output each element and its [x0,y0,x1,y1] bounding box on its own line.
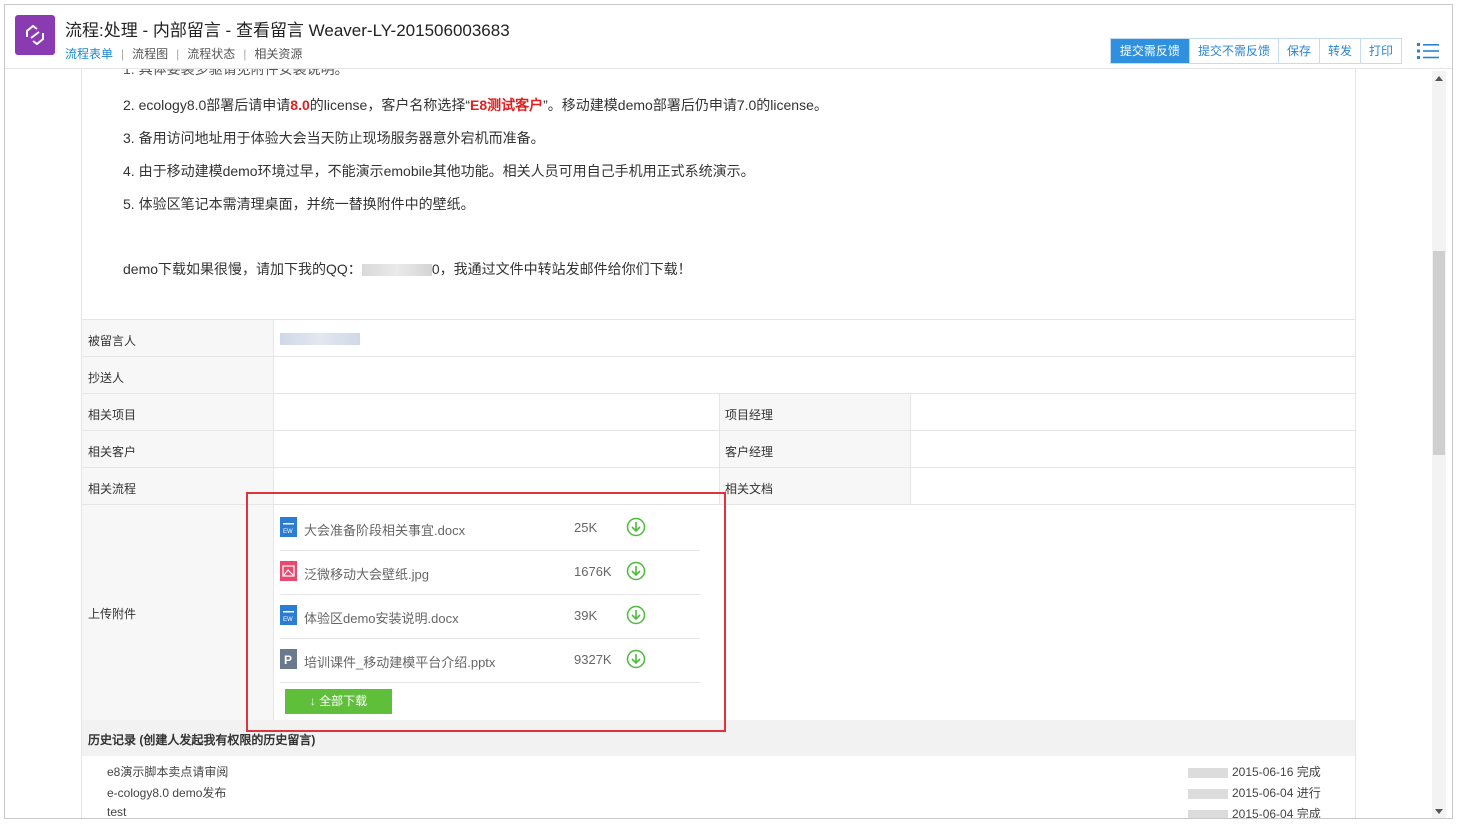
divider: | [121,47,125,61]
attachment-size: 39K [574,608,598,623]
divider: | [176,47,180,61]
svg-text:EW: EW [283,617,293,623]
recipient-label: 被留言人 [88,334,137,348]
related-workflow-label: 相关流程 [88,482,137,496]
history-status: 完成 [1296,807,1321,819]
attachments-label: 上传附件 [88,607,137,621]
note-text: ”。移动建模demo部署后仍申请7.0的license。 [543,97,828,113]
forward-button[interactable]: 转发 [1318,39,1360,63]
page-title: 流程:处理 - 内部留言 - 查看留言 Weaver-LY-2015060036… [65,21,510,40]
attachment-row: EW 体验区demo安装说明.docx 39K [280,594,700,639]
download-icon[interactable] [626,517,646,537]
submit-no-feedback-button[interactable]: 提交不需反馈 [1188,39,1278,63]
divider: | [243,47,247,61]
customer-manager-label: 客户经理 [725,445,774,459]
submit-feedback-button[interactable]: 提交需反馈 [1110,39,1189,63]
header: 流程:处理 - 内部留言 - 查看留言 Weaver-LY-2015060036… [5,5,1452,69]
divider [910,393,911,504]
redacted-user [1188,767,1228,778]
history-meta: 2015-06-04 完成 [1188,805,1321,819]
subnav: 流程表单 | 流程图 | 流程状态 | 相关资源 [65,45,302,62]
note-text: 的license，客户名称选择“ [309,97,471,113]
history-meta: 2015-06-04 进行 [1188,784,1321,801]
project-manager-label: 项目经理 [725,408,774,422]
note-text: 2. ecology8.0部署后请申请 [123,97,291,113]
workflow-form-content: 1. 具体要装多驱请见附件安装说明。 2. ecology8.0部署后请申请8.… [81,69,1356,819]
history-status: 完成 [1296,765,1321,779]
history-item[interactable]: e8演示脚本卖点请审阅 [107,763,228,780]
history-title: 历史记录 (创建人发起我有权限的历史留言) [88,733,316,747]
tab-workflow-chart[interactable]: 流程图 [132,47,168,61]
save-button[interactable]: 保存 [1277,39,1319,63]
print-button[interactable]: 打印 [1359,39,1401,63]
note-emphasis: E8测试客户 [470,97,544,113]
attachment-size: 9327K [574,652,612,667]
ppt-icon: P [280,649,297,669]
tab-workflow-status[interactable]: 流程状态 [187,47,235,61]
cc-label: 抄送人 [88,371,125,385]
attachment-name[interactable]: 泛微移动大会壁纸.jpg [304,564,429,583]
word-icon: EW [280,517,297,537]
download-icon[interactable] [626,561,646,581]
attachment-row: 泛微移动大会壁纸.jpg 1676K [280,550,700,595]
action-toolbar: 提交需反馈 提交不需反馈 保存 转发 打印 [1109,38,1402,64]
attachment-size: 25K [574,520,598,535]
attachment-name[interactable]: 大会准备阶段相关事宜.docx [304,520,465,539]
recipient-value-redacted [280,333,360,345]
redacted-user [1188,788,1228,799]
svg-text:EW: EW [283,529,293,535]
scroll-thumb[interactable] [1433,251,1445,455]
history-date: 2015-06-16 [1232,765,1294,779]
note-line-5: 5. 体验区笔记本需清理桌面，并统一替换附件中的壁纸。 [123,196,475,212]
note-text: demo下载如果很慢，请加下我的QQ： [123,261,362,277]
attachment-name[interactable]: 体验区demo安装说明.docx [304,608,459,627]
related-customer-label: 相关客户 [88,445,137,459]
download-icon[interactable] [626,649,646,669]
svg-text:P: P [284,653,292,667]
history-date: 2015-06-04 [1232,807,1294,819]
note-line-2: 2. ecology8.0部署后请申请8.0的license，客户名称选择“E8… [123,95,828,115]
download-icon[interactable] [626,605,646,625]
scroll-down-icon[interactable] [1435,809,1443,814]
menu-list-icon[interactable] [1417,42,1439,60]
word-icon: EW [280,605,297,625]
history-meta: 2015-06-16 完成 [1188,763,1321,780]
image-icon [280,561,297,581]
attachment-row: EW 大会准备阶段相关事宜.docx 25K [280,506,700,551]
related-document-label: 相关文档 [725,482,774,496]
download-all-button[interactable]: ↓ 全部下载 [285,689,392,714]
workflow-logo-icon [15,15,55,55]
note-line-1: 1. 具体要装多驱请见附件安装说明。 [123,69,349,77]
note-emphasis: 8.0 [290,97,310,113]
note-line-3: 3. 备用访问地址用于体验大会当天防止现场服务器意外宕机而准备。 [123,130,545,146]
vertical-scrollbar[interactable] [1432,71,1446,818]
history-item[interactable]: test [107,805,126,818]
attachment-size: 1676K [574,564,612,579]
attachment-name[interactable]: 培训课件_移动建模平台介绍.pptx [304,652,495,671]
history-date: 2015-06-04 [1232,786,1294,800]
redacted-qq [361,264,432,277]
history-item[interactable]: e-cology8.0 demo发布 [107,784,226,801]
divider [719,393,720,504]
window-frame: 流程:处理 - 内部留言 - 查看留言 Weaver-LY-2015060036… [4,4,1453,819]
attachment-row: P 培训课件_移动建模平台介绍.pptx 9327K [280,638,700,683]
redacted-user [1188,809,1228,818]
note-text: 0，我通过文件中转站发邮件给你们下载！ [431,261,692,277]
divider [273,320,274,720]
tab-related-resources[interactable]: 相关资源 [254,47,302,61]
history-status: 进行 [1296,786,1321,800]
scroll-up-icon[interactable] [1435,76,1443,81]
related-project-label: 相关项目 [88,408,137,422]
note-qq-line: demo下载如果很慢，请加下我的QQ： 0，我通过文件中转站发邮件给你们下载！ [123,259,692,279]
tab-workflow-form[interactable]: 流程表单 [65,47,113,61]
note-line-4: 4. 由于移动建模demo环境过早，不能演示emobile其他功能。相关人员可用… [123,163,755,179]
history-header: 历史记录 (创建人发起我有权限的历史留言) [82,720,1355,756]
